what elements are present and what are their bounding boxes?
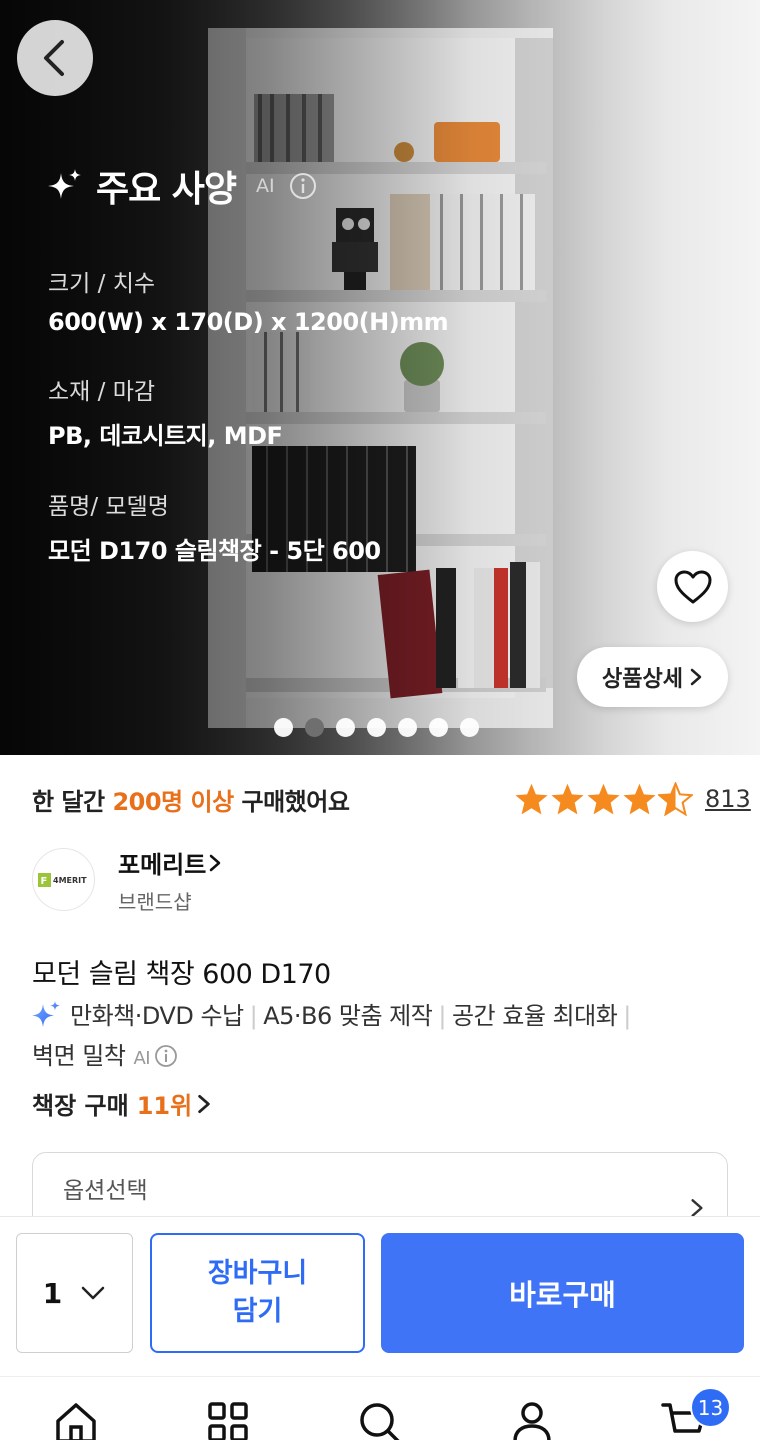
spec-value-size: 600(W) x 170(D) x 1200(H)mm xyxy=(48,308,449,336)
carousel-dot[interactable] xyxy=(398,718,417,737)
spec-value-material: PB, 데코시트지, MDF xyxy=(48,422,283,450)
carousel-dot[interactable] xyxy=(460,718,479,737)
category-icon xyxy=(208,1402,248,1440)
info-icon[interactable] xyxy=(289,172,317,200)
spec-title: 주요 사양 xyxy=(96,169,237,210)
spec-label-size: 크기 / 치수 xyxy=(48,271,156,297)
product-image-carousel[interactable]: 주요 사양 AI 크기 / 치수 600(W) x 170(D) x 1200(… xyxy=(0,0,760,755)
search-icon xyxy=(360,1403,400,1440)
chevron-down-icon xyxy=(81,1286,105,1300)
rating[interactable]: 813 xyxy=(514,782,751,816)
feature-tag: 벽면 밀착 xyxy=(32,1042,126,1070)
carousel-indicator xyxy=(274,718,479,737)
brand-name: 포메리트 xyxy=(118,851,207,879)
rank-highlight: 11위 xyxy=(136,1092,193,1120)
carousel-dot[interactable] xyxy=(429,718,448,737)
purchase-bar: 1 장바구니 담기 바로구매 xyxy=(0,1216,760,1376)
star-rating xyxy=(514,782,693,816)
chevron-left-icon xyxy=(44,40,64,76)
brand-sub-label: 브랜드샵 xyxy=(118,890,192,914)
nav-category[interactable] xyxy=(203,1401,253,1440)
category-rank-link[interactable]: 책장 구매 11위 xyxy=(32,1086,212,1121)
star-half-icon xyxy=(658,782,693,816)
star-icon xyxy=(623,783,656,815)
feature-tag: A5·B6 맞춤 제작 xyxy=(263,1002,433,1030)
feature-separator: | xyxy=(249,1002,258,1030)
carousel-dot[interactable] xyxy=(367,718,386,737)
option-select-label: 옵션선택 xyxy=(63,1178,148,1204)
chevron-right-icon xyxy=(210,854,221,871)
profile-icon xyxy=(513,1402,551,1440)
nav-profile[interactable] xyxy=(507,1401,557,1440)
wishlist-button[interactable] xyxy=(657,551,728,622)
ai-label: AI xyxy=(133,1048,151,1069)
product-detail-button[interactable]: 상품상세 xyxy=(577,647,728,707)
chevron-right-icon xyxy=(198,1094,210,1113)
svg-text:F: F xyxy=(40,876,47,887)
sparkle-icon xyxy=(48,169,81,199)
nav-search[interactable] xyxy=(355,1401,405,1440)
chevron-right-icon xyxy=(690,668,702,686)
star-icon xyxy=(515,783,548,815)
brand-logo-image: F 4MERIT xyxy=(37,872,87,887)
sparkle-icon xyxy=(32,1001,60,1027)
rank-prefix: 책장 구매 xyxy=(32,1092,129,1120)
product-title: 모던 슬림 책장 600 D170 xyxy=(32,959,331,990)
brand-logo[interactable]: F 4MERIT xyxy=(32,848,95,911)
purchase-prefix: 한 달간 xyxy=(32,788,113,816)
star-icon xyxy=(587,783,620,815)
spec-value-model: 모던 D170 슬림책장 - 5단 600 xyxy=(48,537,381,565)
purchase-highlight: 200명 이상 xyxy=(112,788,234,816)
star-icon xyxy=(551,783,584,815)
product-detail-label: 상품상세 xyxy=(602,667,683,692)
review-count[interactable]: 813 xyxy=(705,785,751,813)
purchase-suffix: 구매했어요 xyxy=(233,788,350,816)
purchase-stat: 한 달간 200명 이상 구매했어요 xyxy=(32,782,350,817)
key-specs: 주요 사양 AI 크기 / 치수 600(W) x 170(D) x 1200(… xyxy=(48,160,608,566)
feature-tag: 공간 효율 최대화 xyxy=(451,1002,618,1030)
carousel-dot-active[interactable] xyxy=(305,718,324,737)
info-icon[interactable] xyxy=(154,1044,178,1068)
bottom-nav xyxy=(0,1376,760,1440)
ai-label: AI xyxy=(256,175,275,197)
feature-separator: | xyxy=(438,1002,446,1030)
nav-home[interactable] xyxy=(51,1401,101,1440)
back-button[interactable] xyxy=(17,20,93,96)
buy-now-button[interactable]: 바로구매 xyxy=(381,1233,744,1353)
feature-separator: | xyxy=(623,1002,631,1030)
spec-label-material: 소재 / 마감 xyxy=(48,379,156,405)
spec-label-model: 품명/ 모델명 xyxy=(48,494,169,520)
quantity-select[interactable]: 1 xyxy=(16,1233,133,1353)
cart-badge: 13 xyxy=(690,1387,731,1428)
carousel-dot[interactable] xyxy=(274,718,293,737)
quantity-value: 1 xyxy=(42,1276,63,1310)
home-icon xyxy=(56,1403,96,1440)
heart-icon xyxy=(674,570,711,603)
ai-feature-tags: 만화책·DVD 수납 | A5·B6 맞춤 제작 | 공간 효율 최대화 | 벽면 밀착 AI xyxy=(32,996,732,1079)
carousel-dot[interactable] xyxy=(336,718,355,737)
svg-text:4MERIT: 4MERIT xyxy=(53,876,87,885)
add-to-cart-button[interactable]: 장바구니 담기 xyxy=(150,1233,365,1353)
feature-tag: 만화책·DVD 수납 xyxy=(70,1002,244,1030)
brand-name-link[interactable]: 포메리트 xyxy=(118,845,222,880)
